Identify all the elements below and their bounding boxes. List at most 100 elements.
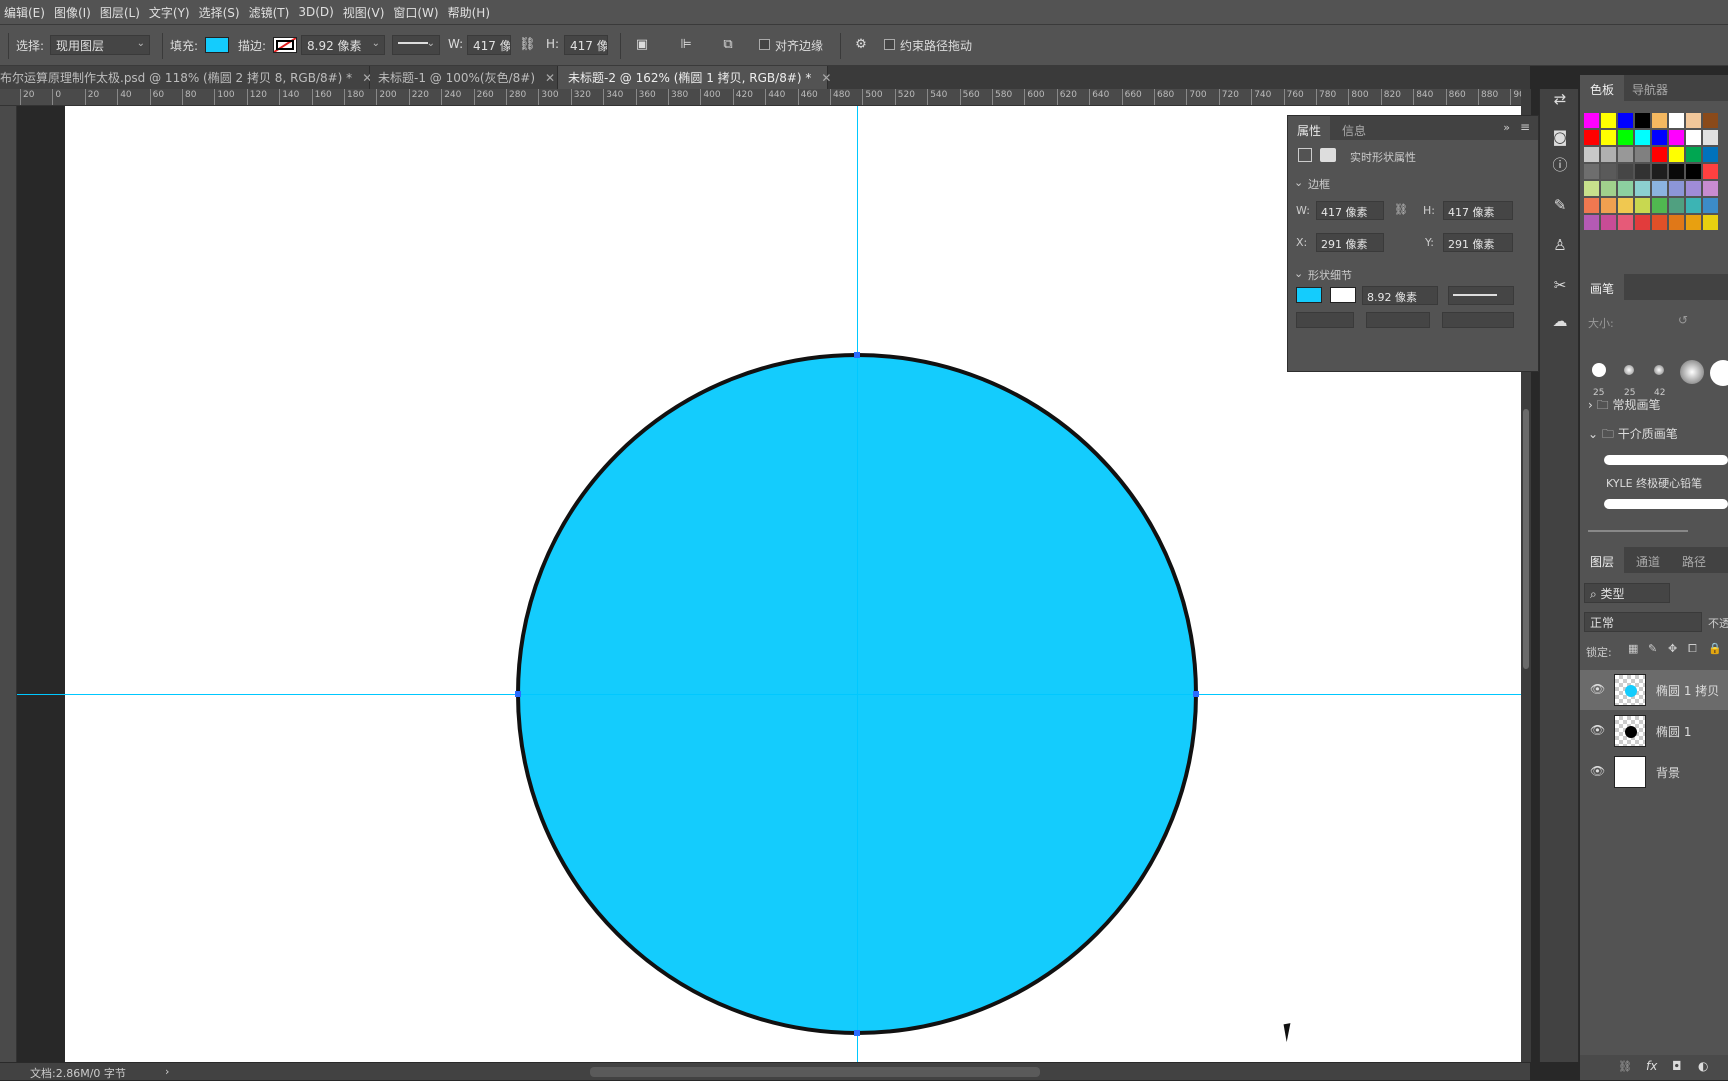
brush-stroke-preview[interactable] xyxy=(1604,455,1728,465)
history-icon[interactable]: ⇄ xyxy=(1550,89,1570,109)
tab-document-3[interactable]: 未标题-2 @ 162% (椭圆 1 拷贝, RGB/8#) * ✕ xyxy=(558,66,831,89)
brush-preset[interactable] xyxy=(1592,363,1606,377)
color-swatch[interactable] xyxy=(1601,215,1616,230)
fx-icon[interactable]: fx xyxy=(1646,1059,1657,1073)
height-input[interactable]: 417 像素 xyxy=(564,35,608,55)
color-swatch[interactable] xyxy=(1652,130,1667,145)
brush-size-slider[interactable] xyxy=(1588,530,1688,532)
path-alignment-icon[interactable]: ⊫ xyxy=(678,37,694,53)
tab-brushes[interactable]: 画笔 xyxy=(1580,274,1625,300)
menu-view[interactable]: 视图(V) xyxy=(343,4,394,21)
color-swatch[interactable] xyxy=(1618,198,1633,213)
color-swatch[interactable] xyxy=(1601,147,1616,162)
color-swatch[interactable] xyxy=(1584,215,1599,230)
adjustments-icon[interactable]: ◙ xyxy=(1550,127,1570,147)
brush-folder-dry-media[interactable]: ⌄ 🗀 干介质画笔 xyxy=(1588,425,1678,446)
mask-properties-icon[interactable] xyxy=(1320,148,1336,162)
lock-all-icon[interactable]: 🔒 xyxy=(1708,642,1722,655)
color-swatch[interactable] xyxy=(1584,198,1599,213)
stroke-type-dropdown[interactable] xyxy=(1448,286,1514,305)
color-swatch[interactable] xyxy=(1635,198,1650,213)
tab-document-2[interactable]: 未标题-1 @ 100%(灰色/8#) ✕ xyxy=(370,66,558,89)
color-swatch[interactable] xyxy=(1584,113,1599,128)
tab-channels[interactable]: 通道 xyxy=(1626,547,1670,573)
color-swatch[interactable] xyxy=(1652,198,1667,213)
menu-window[interactable]: 窗口(W) xyxy=(393,4,447,21)
eye-icon[interactable]: 👁 xyxy=(1590,682,1605,696)
menu-image[interactable]: 图像(I) xyxy=(54,4,100,21)
menu-filter[interactable]: 滤镜(T) xyxy=(249,4,299,21)
horizontal-scrollbar-thumb[interactable] xyxy=(590,1067,1040,1077)
color-swatch[interactable] xyxy=(1618,164,1633,179)
tab-paths[interactable]: 路径 xyxy=(1672,547,1716,573)
color-swatch[interactable] xyxy=(1686,198,1701,213)
clone-source-icon[interactable]: ♙ xyxy=(1550,235,1570,255)
width-input[interactable]: 417 像素 xyxy=(467,35,511,55)
color-swatch[interactable] xyxy=(1652,147,1667,162)
close-icon[interactable]: ✕ xyxy=(821,71,831,85)
stroke-color-swatch[interactable] xyxy=(273,37,297,53)
constrain-path-checkbox[interactable] xyxy=(884,39,895,50)
layer-filter-dropdown[interactable]: ⌕ 类型 xyxy=(1584,583,1670,603)
link-layers-icon[interactable]: ⛓ xyxy=(1618,1060,1632,1073)
gear-icon[interactable]: ⚙ xyxy=(853,37,869,53)
menu-layer[interactable]: 图层(L) xyxy=(100,4,149,21)
chevron-down-icon[interactable]: ⌄ xyxy=(1294,176,1303,189)
color-swatch[interactable] xyxy=(1686,215,1701,230)
color-swatch[interactable] xyxy=(1669,164,1684,179)
stroke-type-dropdown[interactable]: ⌄ xyxy=(392,35,440,55)
color-swatch[interactable] xyxy=(1635,164,1650,179)
color-swatch[interactable] xyxy=(1601,130,1616,145)
color-swatch[interactable] xyxy=(1635,181,1650,196)
color-swatch[interactable] xyxy=(1669,215,1684,230)
color-swatch[interactable] xyxy=(1618,147,1633,162)
tab-navigator[interactable]: 导航器 xyxy=(1622,75,1678,101)
color-swatch[interactable] xyxy=(1703,113,1718,128)
color-swatch[interactable] xyxy=(1584,181,1599,196)
color-swatch[interactable] xyxy=(1635,147,1650,162)
color-swatch[interactable] xyxy=(1703,147,1718,162)
brush-preset[interactable] xyxy=(1624,365,1634,375)
layer-row[interactable]: 👁 背景 xyxy=(1580,752,1728,792)
stroke-width-input[interactable]: 8.92 像素 ⌄ xyxy=(301,35,385,55)
collapse-icon[interactable]: » xyxy=(1503,121,1510,134)
brush-preset[interactable] xyxy=(1654,365,1664,375)
lock-artboard-icon[interactable]: ⧠ xyxy=(1688,642,1697,656)
eye-icon[interactable]: 👁 xyxy=(1590,723,1605,737)
blend-mode-dropdown[interactable]: 正常 xyxy=(1584,612,1702,632)
tab-document-1[interactable]: 布尔运算原理制作太极.psd @ 118% (椭圆 2 拷贝 8, RGB/8#… xyxy=(0,66,372,89)
color-swatch[interactable] xyxy=(1703,130,1718,145)
color-swatch[interactable] xyxy=(1618,130,1633,145)
color-swatch[interactable] xyxy=(1584,147,1599,162)
add-mask-icon[interactable]: ◘ xyxy=(1672,1059,1682,1073)
tab-info[interactable]: 信息 xyxy=(1333,116,1375,140)
stroke-align-dropdown[interactable] xyxy=(1296,312,1354,328)
color-swatch[interactable] xyxy=(1686,130,1701,145)
path-arrangement-icon[interactable]: ⧉ xyxy=(720,37,736,53)
brush-preset[interactable] xyxy=(1680,360,1704,384)
color-swatch[interactable] xyxy=(1601,113,1616,128)
shape-height-input[interactable]: 417 像素 xyxy=(1443,201,1513,220)
layer-row[interactable]: 👁 椭圆 1 拷贝 xyxy=(1580,670,1728,710)
align-edges-checkbox[interactable] xyxy=(759,39,770,50)
color-swatch[interactable] xyxy=(1703,215,1718,230)
info-icon[interactable]: ⓘ xyxy=(1550,155,1570,175)
color-swatch[interactable] xyxy=(1652,113,1667,128)
horizontal-ruler[interactable]: 20 0 20 40 60 80 100 120 140 160 180 200 220 240 260 28… xyxy=(0,89,1530,106)
panel-menu-icon[interactable]: ≡ xyxy=(1520,120,1530,134)
color-swatch[interactable] xyxy=(1618,215,1633,230)
color-swatch[interactable] xyxy=(1601,164,1616,179)
color-swatch[interactable] xyxy=(1669,198,1684,213)
color-swatch[interactable] xyxy=(1584,130,1599,145)
brush-settings-icon[interactable]: ✎ xyxy=(1550,195,1570,215)
anchor-point-top[interactable] xyxy=(854,352,860,358)
menu-3d[interactable]: 3D(D) xyxy=(298,5,342,19)
fill-color-swatch[interactable] xyxy=(205,37,229,53)
color-swatch[interactable] xyxy=(1635,130,1650,145)
chevron-down-icon[interactable]: ⌄ xyxy=(1294,267,1303,280)
color-swatch[interactable] xyxy=(1618,181,1633,196)
menu-type[interactable]: 文字(Y) xyxy=(149,4,199,21)
tab-swatches[interactable]: 色板 xyxy=(1580,75,1625,101)
shape-width-input[interactable]: 417 像素 xyxy=(1316,201,1384,220)
color-swatch[interactable] xyxy=(1703,164,1718,179)
